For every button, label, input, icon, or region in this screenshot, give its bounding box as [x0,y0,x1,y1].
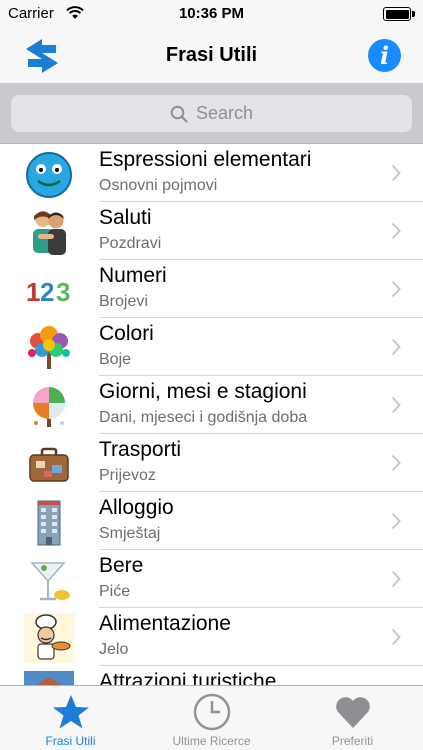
item-subtitle: Jelo [99,641,129,658]
item-title: Giorni, mesi e stagioni [99,380,307,403]
item-subtitle: Boje [99,351,132,368]
tab-ultime-ricerce[interactable]: Ultime Ricerce [141,686,282,750]
item-title: Colori [99,322,154,345]
list-item[interactable]: Attrazioni turistiche [0,666,423,685]
tab-frasi-utili[interactable]: Frasi Utili [0,686,141,750]
list-item[interactable]: Alloggio Smještaj [0,492,423,550]
tab-label: Ultime Ricerce [172,734,251,748]
hug-icon [33,211,66,255]
navigation-bar: Frasi Utili i [0,30,423,84]
item-title: Saluti [99,206,152,229]
chevron-right-icon [391,164,401,182]
item-subtitle: Smještaj [99,525,161,542]
sightseeing-icon [24,671,74,685]
smiley-face-icon [26,152,72,198]
digit-two: 2 [40,277,54,307]
search-placeholder: Search [195,103,254,123]
tab-label: Preferiti [331,734,374,748]
item-title: Trasporti [99,438,182,461]
status-bar: Carrier 10:36 PM [0,0,423,30]
item-subtitle: Pozdravi [99,235,162,252]
list-item[interactable]: Giorni, mesi e stagioni Dani, mjeseci i … [0,376,423,434]
chevron-right-icon [391,512,401,530]
cocktail-icon [30,562,70,601]
item-title: Bere [99,554,144,577]
item-title: Alloggio [99,496,174,519]
item-subtitle: Piće [99,583,131,600]
list-item[interactable]: Espressioni elementari Osnovni pojmovi [0,144,423,202]
chevron-right-icon [391,454,401,472]
building-icon [37,500,61,546]
numbers-icon: 1 2 3 [26,277,70,307]
chevron-right-icon [391,338,401,356]
list-item[interactable]: 1 2 3 Numeri Brojevi [0,260,423,318]
search-input[interactable]: Search [11,95,412,132]
item-title: Alimentazione [99,612,231,635]
tab-bar: Frasi Utili Ultime Ricerce Preferiti [0,685,423,750]
list-item[interactable]: Saluti Pozdravi [0,202,423,260]
heart-icon [335,697,370,728]
category-list: Espressioni elementari Osnovni pojmovi S… [0,144,423,685]
suitcase-icon [29,447,69,482]
item-title: Attrazioni turistiche [99,670,277,685]
item-subtitle: Osnovni pojmovi [99,177,218,194]
chevron-right-icon [391,570,401,588]
clock-time: 10:36 PM [178,5,245,22]
list-item[interactable]: Bere Piće [0,550,423,608]
chevron-right-icon [391,280,401,298]
item-subtitle: Dani, mjeseci i godišnja doba [99,409,308,426]
item-title: Espressioni elementari [99,148,312,171]
item-subtitle: Prijevoz [99,467,156,484]
search-bar: Search [0,84,423,144]
info-button[interactable]: i [368,39,401,72]
seasons-tree-icon [33,387,65,427]
star-icon [52,695,89,729]
battery-icon [383,7,415,21]
chef-icon [24,613,74,663]
chevron-right-icon [391,396,401,414]
list-item[interactable]: Alimentazione Jelo [0,608,423,666]
page-title: Frasi Utili [165,44,258,66]
digit-three: 3 [56,277,70,307]
digit-one: 1 [26,277,40,307]
list-item[interactable]: Colori Boje [0,318,423,376]
chevron-right-icon [391,222,401,240]
chevron-right-icon [391,628,401,646]
item-subtitle: Brojevi [99,293,148,310]
tab-label: Frasi Utili [45,734,96,748]
search-icon [170,105,188,123]
list-item[interactable]: Trasporti Prijevoz [0,434,423,492]
info-icon: i [379,41,390,70]
color-tree-icon [28,326,70,369]
tab-preferiti[interactable]: Preferiti [282,686,423,750]
item-title: Numeri [99,264,167,287]
clock-icon [193,693,230,731]
